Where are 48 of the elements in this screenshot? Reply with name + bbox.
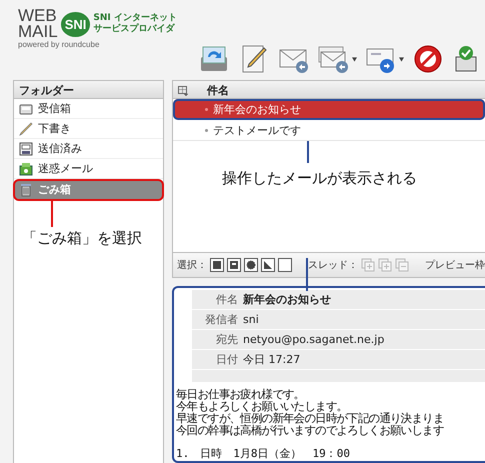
company-name: サービスプロバイダ — [93, 24, 176, 35]
header-value: 新年会のお知らせ — [243, 292, 331, 307]
header-value: sni — [243, 313, 259, 326]
toolbar-label: スレッド： — [308, 259, 358, 272]
folder-item[interactable]: 下書き — [14, 119, 163, 139]
body-text: 早速ですが、恒例の新年会の日時が下記の通り決まりま — [176, 412, 445, 424]
panel-header: フォルダー — [14, 81, 163, 99]
logo-badge: SNI — [60, 12, 90, 36]
leader-line — [51, 201, 53, 227]
leader-line — [307, 141, 309, 163]
folder-item[interactable]: 送信済み — [14, 139, 163, 159]
body-text: 今回の幹事は高橋が行いますのでよろしくお願いします — [176, 424, 445, 436]
select-none-icon[interactable] — [278, 258, 292, 272]
header-value: 今日 17:27 — [243, 352, 300, 367]
body-text: 今年もよろしくお願いいたします。 — [176, 400, 348, 412]
sent-folder-icon — [19, 142, 33, 156]
callout-text: 操作したメールが表示される — [222, 169, 418, 188]
caret-icon — [352, 56, 357, 62]
trash-folder-icon — [19, 182, 33, 196]
header-label: 件名 — [215, 292, 238, 307]
column-header[interactable]: 件名 — [207, 83, 229, 98]
header-label: 宛先 — [215, 332, 238, 347]
junk-folder-icon — [19, 162, 33, 176]
caret-icon — [399, 56, 404, 62]
select-unread-icon[interactable] — [244, 258, 258, 272]
inbox-folder-icon — [19, 102, 33, 116]
select-page-icon[interactable] — [227, 258, 241, 272]
toolbar-button[interactable] — [412, 43, 444, 75]
list-item: 1. 日時 1月8日（金） 19：00 — [175, 446, 351, 461]
preview-pane-label[interactable]: プレビュー枠 — [425, 258, 485, 272]
select-all-icon[interactable] — [210, 258, 224, 272]
company-name: SNI インターネット — [93, 13, 177, 23]
select-flagged-icon[interactable] — [261, 258, 275, 272]
folder-item[interactable]: 受信箱 — [14, 99, 163, 119]
column-options-icon[interactable] — [178, 86, 189, 96]
header-value: netyou@po.saganet.ne.jp — [243, 333, 384, 346]
body-text: 毎日お仕事お疲れ様です。 — [176, 388, 306, 400]
message-row[interactable]: 新年会のお知らせ — [173, 99, 485, 120]
powered-by-text: powered by roundcube — [18, 40, 100, 49]
toolbar-label: 選択： — [177, 259, 207, 272]
message-row[interactable]: テストメールです — [173, 120, 485, 141]
logo-word: WEB — [18, 8, 58, 24]
header-label: 発信者 — [204, 312, 238, 327]
drafts-folder-icon — [19, 122, 33, 136]
logo-word: MAIL — [18, 24, 58, 40]
header-label: 日付 — [215, 352, 238, 367]
callout-text: 「ごみ箱」を選択 — [22, 229, 143, 248]
delete-icon — [412, 43, 444, 75]
